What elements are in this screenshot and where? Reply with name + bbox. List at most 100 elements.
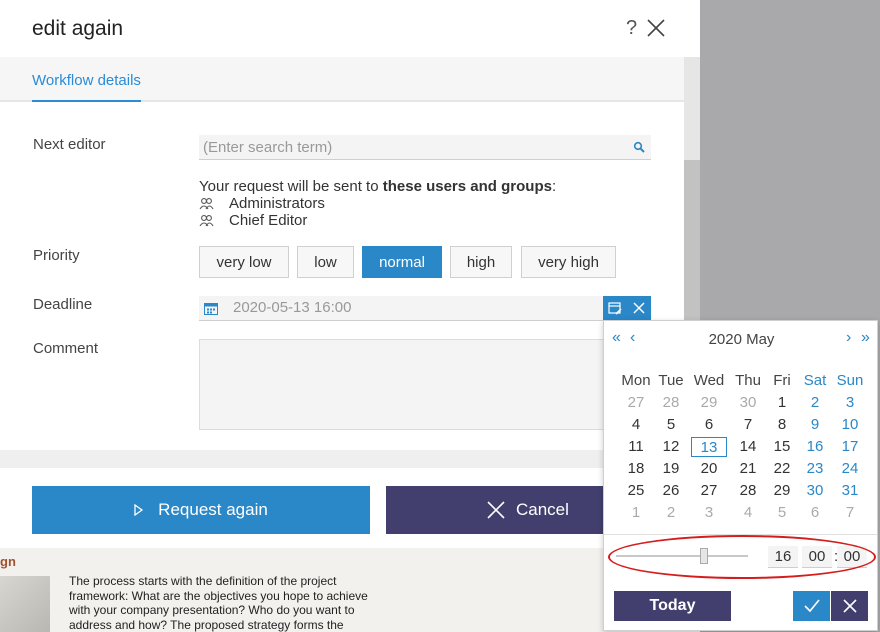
calendar-day[interactable]: 27 [691,481,727,501]
calendar-day[interactable]: 5 [764,503,800,523]
open-datepicker-button[interactable] [603,296,627,321]
calendar-day[interactable]: 15 [764,437,800,457]
calendar-day[interactable]: 21 [730,459,766,479]
calendar-day[interactable]: 13 [691,437,727,457]
calendar-day[interactable]: 28 [730,481,766,501]
calendar-day[interactable]: 5 [653,415,689,435]
help-icon[interactable]: ? [626,17,637,40]
calendar-day[interactable]: 4 [618,415,654,435]
next-year-button[interactable]: » [861,329,870,347]
calendar-day[interactable]: 3 [691,503,727,523]
weekday-fri: Fri [773,372,791,389]
calendar-day[interactable]: 22 [764,459,800,479]
calendar-icon [204,303,218,315]
calendar-day[interactable]: 18 [618,459,654,479]
tab-workflow-details[interactable]: Workflow details [32,72,141,102]
calendar-day[interactable]: 26 [653,481,689,501]
cancel-button[interactable]: Cancel [386,486,626,534]
calendar-day[interactable]: 30 [797,481,833,501]
calendar-day[interactable]: 2 [797,393,833,413]
weekday-sun: Sun [836,372,864,389]
clear-deadline-button[interactable] [627,296,651,321]
send-info-prefix: Your request will be sent to [199,178,383,195]
background-page: gn The process starts with the definitio… [0,548,700,632]
send-info: Your request will be sent to these users… [199,178,556,195]
calendar-day[interactable]: 9 [797,415,833,435]
calendar-day[interactable]: 17 [832,437,868,457]
calendar-day[interactable]: 23 [797,459,833,479]
close-icon [842,599,857,613]
check-icon [803,599,820,613]
calendar-day[interactable]: 25 [618,481,654,501]
recipient-item: Chief Editor [199,212,307,229]
recipient-item: Administrators [199,195,325,212]
calendar-day[interactable]: 29 [691,393,727,413]
weekday-thu: Thu [735,372,761,389]
clear-icon [633,302,645,314]
calendar-day[interactable]: 6 [691,415,727,435]
calendar-day[interactable]: 30 [730,393,766,413]
send-info-suffix: : [551,178,557,195]
footer-separator [0,450,700,468]
weekday-sat: Sat [803,372,827,389]
people-icon [199,197,214,209]
priority-high-button[interactable]: high [450,246,512,278]
next-month-button[interactable]: › [846,329,851,347]
priority-very-low-button[interactable]: very low [199,246,289,278]
send-info-emphasis: these users and groups [382,178,552,195]
calendar-day[interactable]: 3 [832,393,868,413]
calendar-day[interactable]: 6 [797,503,833,523]
calendar-day[interactable]: 1 [618,503,654,523]
calendar-day[interactable]: 24 [832,459,868,479]
annotation-ellipse [608,535,876,579]
comment-textarea[interactable] [199,339,651,430]
search-input[interactable] [199,135,619,159]
recipient-name: Chief Editor [229,212,308,229]
request-again-label: Request again [158,500,268,519]
calendar-day[interactable]: 7 [730,415,766,435]
deadline-value: 2020-05-13 16:00 [233,299,352,316]
background-image [0,576,50,632]
calendar-day[interactable]: 4 [730,503,766,523]
calendar-day[interactable]: 1 [764,393,800,413]
priority-normal-button[interactable]: normal [362,246,442,278]
calendar-edit-icon [608,302,622,315]
calendar-day[interactable]: 27 [618,393,654,413]
dialog-title: edit again [32,17,124,40]
calendar-day[interactable]: 29 [764,481,800,501]
cancel-icon [487,501,505,519]
close-datepicker-button[interactable] [831,591,868,621]
tab-strip: Workflow details [0,57,684,102]
dialog-body: Workflow details Next editor Your reques… [0,57,684,450]
calendar-day[interactable]: 12 [653,437,689,457]
calendar-day[interactable]: 10 [832,415,868,435]
close-icon[interactable] [646,17,666,39]
calendar-day[interactable]: 8 [764,415,800,435]
search-field[interactable] [199,135,651,160]
edit-dialog: edit again ? Workflow details Next edito… [0,0,700,548]
calendar-day[interactable]: 16 [797,437,833,457]
calendar-day[interactable]: 31 [832,481,868,501]
calendar-day[interactable]: 7 [832,503,868,523]
priority-label: Priority [33,247,80,264]
today-button[interactable]: Today [614,591,731,621]
calendar-day[interactable]: 11 [618,437,654,457]
calendar-day[interactable]: 2 [653,503,689,523]
priority-low-button[interactable]: low [297,246,354,278]
search-icon[interactable] [633,141,645,153]
request-again-button[interactable]: Request again [32,486,370,534]
dialog-header: edit again ? [0,0,700,57]
calendar-day[interactable]: 19 [653,459,689,479]
background-paragraph: The process starts with the definition o… [69,574,368,632]
people-icon [199,214,214,226]
weekday-wed: Wed [693,372,725,389]
cancel-label: Cancel [516,500,569,519]
background-heading: gn [0,554,16,569]
calendar-day[interactable]: 14 [730,437,766,457]
calendar-day[interactable]: 20 [691,459,727,479]
confirm-date-button[interactable] [793,591,830,621]
weekday-tue: Tue [658,372,684,389]
deadline-field[interactable]: 2020-05-13 16:00 [199,296,603,321]
priority-very-high-button[interactable]: very high [521,246,616,278]
calendar-day[interactable]: 28 [653,393,689,413]
